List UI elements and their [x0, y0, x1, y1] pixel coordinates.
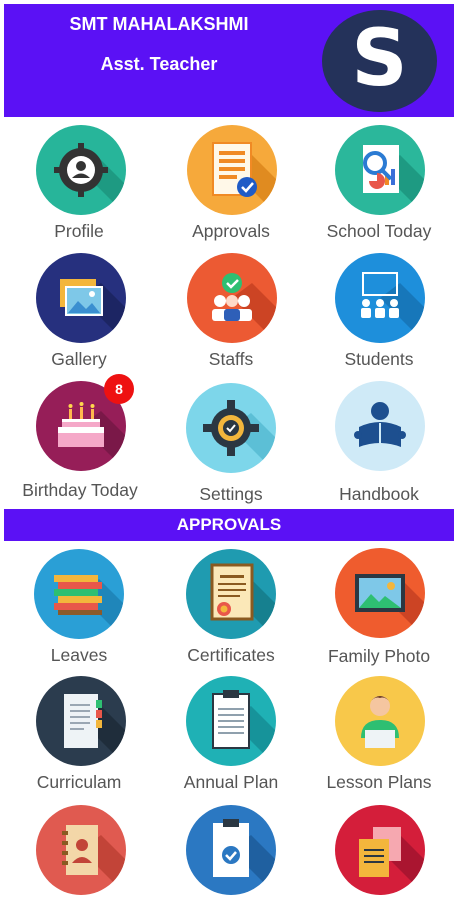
certificates-label: Certificates: [187, 645, 275, 665]
approvals-document-icon: [187, 125, 277, 215]
menu-profile[interactable]: Profile: [4, 120, 154, 250]
profile-icon: [36, 125, 126, 215]
birthday-today-label: Birthday Today: [22, 480, 138, 500]
menu-annual-plan[interactable]: Annual Plan: [156, 673, 306, 803]
menu-settings[interactable]: Settings: [156, 378, 306, 508]
birthday-count-badge: 8: [104, 374, 134, 404]
curriculum-notebook-icon: [36, 676, 126, 766]
checklist-clipboard-icon: [186, 805, 276, 895]
curriculam-label: Curriculam: [36, 772, 122, 792]
staffs-team-icon: [187, 253, 277, 343]
contact-book-icon: [36, 805, 126, 895]
family-photo-label: Family Photo: [327, 646, 431, 666]
menu-curriculam[interactable]: Curriculam: [4, 673, 154, 803]
school-report-icon: [335, 125, 425, 215]
school-today-label: School Today: [326, 221, 432, 241]
menu-family-photo[interactable]: Family Photo: [304, 545, 454, 675]
menu-leaves[interactable]: Leaves: [4, 545, 154, 675]
school-logo: S: [322, 10, 437, 112]
approvals-section-header: APPROVALS: [4, 509, 454, 541]
approvals-label: Approvals: [192, 221, 270, 241]
annual-plan-label: Annual Plan: [183, 772, 279, 792]
profile-header: SMT MAHALAKSHMI Asst. Teacher S: [4, 4, 454, 117]
menu-handbook[interactable]: Handbook: [304, 378, 454, 508]
family-photo-icon: [335, 548, 425, 638]
lesson-plans-teacher-icon: [335, 676, 425, 766]
menu-students[interactable]: Students: [304, 250, 454, 380]
menu-school-today[interactable]: School Today: [304, 120, 454, 250]
settings-gear-icon: [186, 383, 276, 473]
documents-copy-icon: [335, 805, 425, 895]
students-classroom-icon: [335, 253, 425, 343]
leaves-label: Leaves: [50, 645, 108, 665]
teacher-name: SMT MAHALAKSHMI: [69, 14, 249, 34]
handbook-label: Handbook: [339, 484, 419, 504]
gallery-icon: [36, 253, 126, 343]
menu-birthday-today[interactable]: 8 Birthday Today: [4, 374, 154, 508]
menu-approvals[interactable]: Approvals: [156, 120, 306, 250]
teacher-role: Asst. Teacher: [100, 54, 218, 74]
menu-documents[interactable]: [304, 802, 454, 900]
gallery-label: Gallery: [51, 349, 107, 369]
menu-certificates[interactable]: Certificates: [156, 545, 306, 675]
menu-gallery[interactable]: Gallery: [4, 250, 154, 380]
staffs-label: Staffs: [208, 349, 254, 369]
settings-label: Settings: [199, 484, 263, 504]
certificate-icon: [186, 549, 276, 639]
annual-plan-clipboard-icon: [186, 676, 276, 766]
lesson-plans-label: Lesson Plans: [326, 772, 432, 792]
menu-checklist[interactable]: [156, 802, 306, 900]
logo-letter: S: [351, 14, 408, 104]
leaves-books-icon: [34, 549, 124, 639]
menu-contacts[interactable]: [4, 802, 154, 900]
students-label: Students: [344, 349, 414, 369]
profile-label: Profile: [54, 221, 104, 241]
handbook-reader-icon: [335, 381, 425, 471]
menu-lesson-plans[interactable]: Lesson Plans: [304, 673, 454, 803]
menu-staffs[interactable]: Staffs: [156, 250, 306, 380]
